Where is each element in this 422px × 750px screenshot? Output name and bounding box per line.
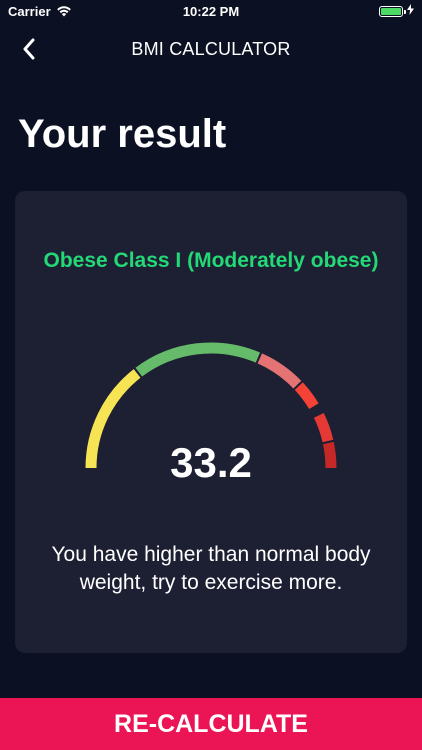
gauge-segment-obese-1 <box>294 382 319 410</box>
status-bar: Carrier 10:22 PM <box>0 0 422 22</box>
carrier-label: Carrier <box>8 3 51 19</box>
gauge-segment-obese-2 <box>313 412 334 443</box>
chevron-left-icon <box>23 38 35 60</box>
gauge-segment-overweight <box>257 353 302 389</box>
battery-cap <box>404 9 406 14</box>
page-title: Your result <box>18 112 227 156</box>
result-card: Obese Class I (Moderately obese) 33.2 Yo… <box>15 191 407 653</box>
bmi-result-screen: Carrier 10:22 PM BMI CALCULATOR Your res… <box>0 0 422 750</box>
battery-fill <box>381 7 401 15</box>
result-category: Obese Class I (Moderately obese) <box>43 249 379 272</box>
result-message: You have higher than normal body weight,… <box>51 543 371 594</box>
charging-bolt-icon <box>407 4 414 18</box>
recalculate-button[interactable]: RE-CALCULATE <box>0 698 422 750</box>
status-left: Carrier <box>8 4 72 19</box>
nav-bar: BMI CALCULATOR <box>0 22 422 76</box>
battery-icon <box>379 5 406 17</box>
gauge-segment-normal <box>135 342 261 377</box>
back-button[interactable] <box>12 32 46 66</box>
bmi-value: 33.2 <box>170 439 252 486</box>
status-right <box>379 4 414 18</box>
nav-title: BMI CALCULATOR <box>131 38 291 59</box>
wifi-icon <box>56 5 72 17</box>
